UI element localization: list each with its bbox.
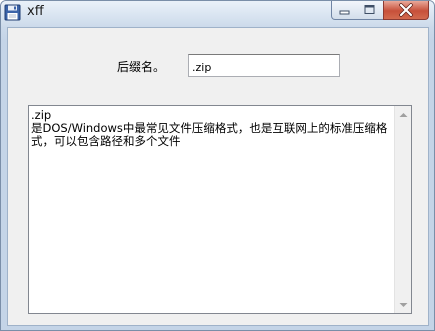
app-window: xff 后缀名。 .zip 是DOS/Windows中最常见文件压缩格式，也是互…: [0, 0, 435, 331]
scroll-down-button[interactable]: [395, 296, 411, 313]
scroll-down-arrow-icon: [399, 302, 407, 307]
minimize-button[interactable]: [331, 1, 358, 20]
suffix-input[interactable]: [188, 54, 340, 77]
dialog-client-area: 后缀名。 .zip 是DOS/Windows中最常见文件压缩格式，也是互联网上的…: [7, 27, 429, 326]
title-bar[interactable]: xff: [1, 1, 434, 26]
close-icon: [399, 3, 413, 17]
description-textarea[interactable]: .zip 是DOS/Windows中最常见文件压缩格式，也是互联网上的标准压缩格…: [28, 105, 412, 314]
window-title: xff: [27, 4, 44, 19]
maximize-button[interactable]: [357, 1, 384, 20]
description-text: .zip 是DOS/Windows中最常见文件压缩格式，也是互联网上的标准压缩格…: [31, 108, 388, 148]
maximize-icon: [364, 5, 375, 14]
close-button[interactable]: [383, 1, 429, 20]
scroll-up-arrow-icon: [399, 112, 407, 117]
vertical-scrollbar[interactable]: [394, 106, 411, 313]
floppy-disk-icon[interactable]: [4, 4, 21, 21]
scroll-up-button[interactable]: [395, 106, 411, 123]
suffix-label: 后缀名。: [117, 60, 166, 74]
minimize-icon: [339, 10, 350, 15]
